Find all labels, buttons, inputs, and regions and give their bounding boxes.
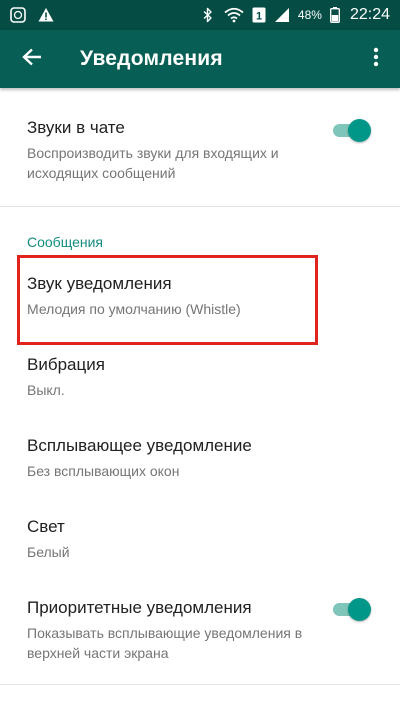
chat-sounds-toggle[interactable]	[331, 118, 371, 142]
more-vert-icon	[373, 47, 379, 72]
setting-title: Звуки в чате	[27, 118, 125, 137]
wifi-icon	[224, 7, 244, 23]
setting-vibration[interactable]: Вибрация Выкл.	[0, 355, 400, 400]
setting-title: Вибрация	[27, 355, 105, 374]
setting-popup-notification[interactable]: Всплывающее уведомление Без всплывающих …	[0, 436, 400, 481]
setting-subtitle: Белый	[27, 544, 70, 560]
setting-subtitle: Мелодия по умолчанию (Whistle)	[27, 301, 241, 317]
setting-title: Всплывающее уведомление	[27, 436, 252, 455]
sim-badge: 1	[256, 11, 262, 23]
section-header-messages: Сообщения	[27, 234, 103, 250]
battery-icon	[330, 7, 340, 23]
setting-title: Звук уведомления	[27, 274, 172, 293]
priority-notifications-toggle[interactable]	[331, 597, 371, 621]
bluetooth-icon	[200, 7, 216, 23]
setting-notification-sound[interactable]: Звук уведомления Мелодия по умолчанию (W…	[0, 274, 400, 319]
toggle-thumb	[348, 598, 371, 621]
sim-icon: 1	[252, 7, 266, 23]
setting-title: Приоритетные уведомления	[27, 598, 252, 617]
setting-subtitle: Выкл.	[27, 382, 65, 398]
status-bar: 1 48% 22:24	[0, 0, 400, 30]
alert-icon	[38, 7, 54, 23]
clock: 22:24	[349, 6, 390, 23]
app-bar: Уведомления	[0, 30, 400, 88]
setting-subtitle: Показывать всплывающие уведомления в вер…	[27, 625, 303, 661]
setting-subtitle: Без всплывающих окон	[27, 463, 180, 479]
divider	[0, 206, 400, 207]
setting-subtitle: Воспроизводить звуки для входящих и исхо…	[27, 145, 279, 181]
setting-title: Свет	[27, 517, 65, 536]
setting-light[interactable]: Свет Белый	[0, 517, 400, 562]
back-arrow-icon	[22, 48, 42, 71]
more-options-button[interactable]	[352, 30, 400, 88]
battery-percent: 48%	[297, 8, 322, 22]
toggle-thumb	[348, 119, 371, 142]
settings-list: Звуки в чате Воспроизводить звуки для вх…	[0, 88, 400, 711]
page-title: Уведомления	[80, 47, 223, 70]
divider	[0, 684, 400, 685]
back-button[interactable]	[4, 30, 60, 88]
signal-icon	[274, 7, 290, 23]
whatsapp-icon	[10, 7, 26, 23]
